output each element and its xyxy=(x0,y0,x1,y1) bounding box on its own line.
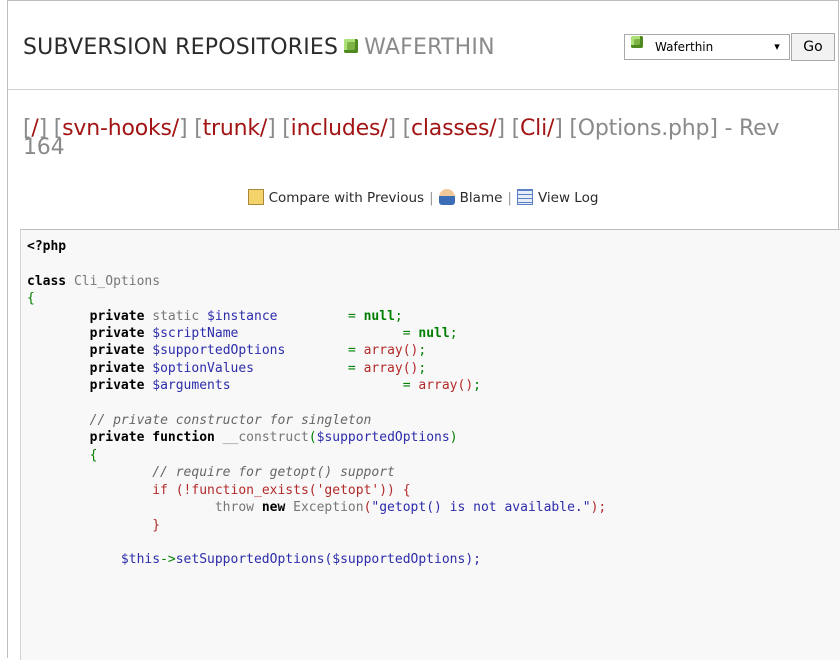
dropdown-arrow-icon[interactable]: ▾ xyxy=(769,39,785,55)
breadcrumb-trunk[interactable]: trunk/ xyxy=(203,116,268,141)
repository-name: WAFERTHIN xyxy=(364,35,495,60)
breadcrumb-cli[interactable]: Cli/ xyxy=(520,116,554,141)
view-log-link[interactable]: View Log xyxy=(516,189,599,206)
blame-label: Blame xyxy=(459,190,503,206)
separator: | xyxy=(429,189,434,206)
breadcrumb-svn-hooks[interactable]: svn-hooks/ xyxy=(62,116,179,141)
compare-label: Compare with Previous xyxy=(268,190,425,206)
breadcrumb-classes[interactable]: classes/ xyxy=(411,116,497,141)
repository-select[interactable]: Waferthin ▾ xyxy=(624,34,790,60)
repository-cube-icon xyxy=(344,39,359,53)
blame-link[interactable]: Blame xyxy=(438,189,503,206)
go-button[interactable]: Go xyxy=(791,33,835,61)
source-code: <?php class Cli_Options { private static… xyxy=(27,239,607,568)
breadcrumb-includes[interactable]: includes/ xyxy=(291,116,388,141)
site-title: SUBVERSION REPOSITORIES xyxy=(23,35,339,60)
compare-icon xyxy=(247,189,264,205)
separator: | xyxy=(507,189,512,206)
blame-person-icon xyxy=(438,189,455,205)
page-frame: SUBVERSION REPOSITORIES WAFERTHIN Waferth… xyxy=(7,0,840,660)
log-icon xyxy=(516,189,533,205)
page-title: SUBVERSION REPOSITORIES WAFERTHIN xyxy=(23,35,495,60)
view-log-label: View Log xyxy=(537,190,599,206)
repository-cube-icon xyxy=(631,36,643,48)
breadcrumb: [/] [svn-hooks/] [trunk/] [includes/] [c… xyxy=(23,116,780,160)
file-actions: Compare with Previous | Blame | View Log xyxy=(8,189,838,206)
breadcrumb-current-file: Options.php xyxy=(577,116,710,141)
header: SUBVERSION REPOSITORIES WAFERTHIN Waferth… xyxy=(8,1,838,90)
repository-select-value: Waferthin xyxy=(655,40,714,54)
compare-with-previous-link[interactable]: Compare with Previous xyxy=(247,189,425,206)
code-view: <?php class Cli_Options { private static… xyxy=(20,229,840,660)
